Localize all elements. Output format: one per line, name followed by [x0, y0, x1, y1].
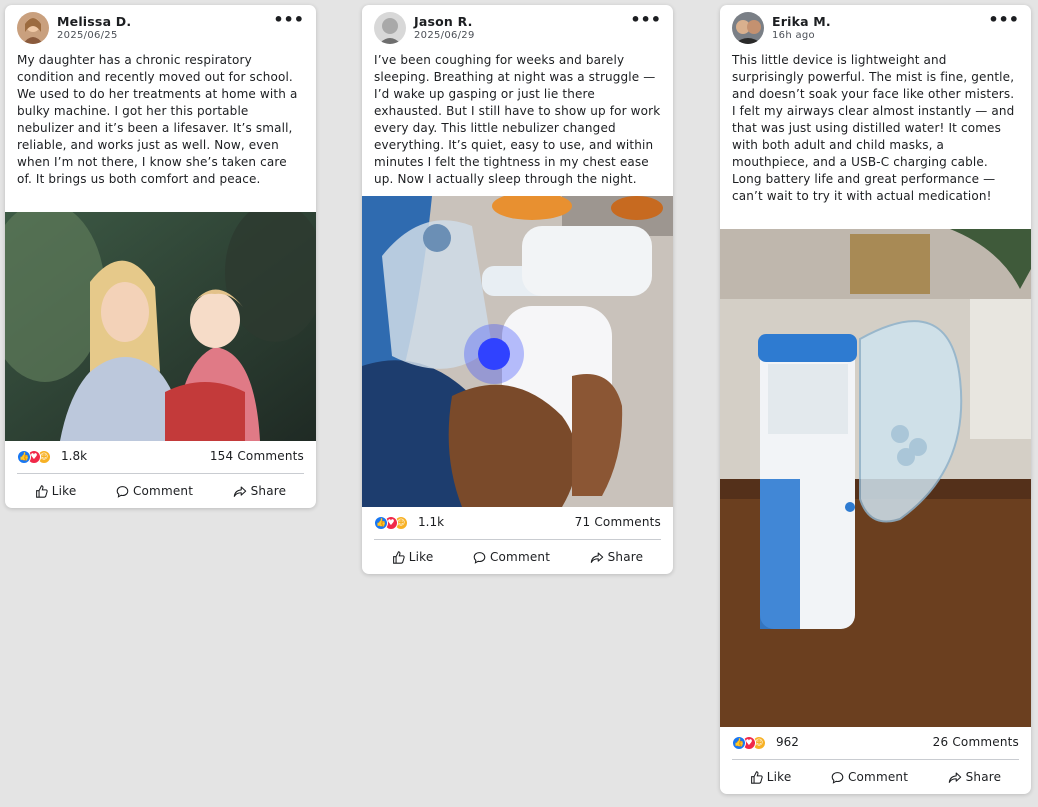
avatar[interactable]	[374, 12, 406, 44]
share-label: Share	[607, 550, 644, 564]
post-header: Erika M. 16h ago •••	[720, 5, 1031, 49]
like-reaction-icon: 👍	[17, 450, 31, 464]
like-button[interactable]: Like	[392, 550, 434, 564]
comment-icon	[831, 771, 844, 784]
post-card: Erika M. 16h ago ••• This little device …	[720, 5, 1031, 794]
comments-count[interactable]: 71 Comments	[575, 515, 661, 529]
post-actions: Like Comment Share	[5, 474, 316, 508]
like-reaction-icon: 👍	[374, 516, 388, 530]
like-reaction-icon: 👍	[732, 736, 746, 750]
share-icon	[233, 486, 246, 497]
comment-icon	[116, 485, 129, 498]
comment-label: Comment	[489, 550, 551, 564]
more-options-icon[interactable]: •••	[988, 10, 1019, 29]
reaction-count[interactable]: 962	[776, 735, 799, 749]
thumbs-up-icon	[35, 484, 48, 498]
comment-label: Comment	[132, 484, 194, 498]
post-text: My daughter has a chronic respiratory co…	[17, 53, 298, 186]
post-header: Jason R. 2025/06/29 •••	[362, 5, 673, 49]
avatar[interactable]	[17, 12, 49, 44]
reaction-icons[interactable]: 👍 ♥ ☺	[374, 516, 414, 530]
post-header: Melissa D. 2025/06/25 •••	[5, 5, 316, 49]
post-actions: Like Comment Share	[720, 760, 1031, 794]
avatar[interactable]	[732, 12, 764, 44]
comments-count[interactable]: 154 Comments	[210, 449, 304, 463]
post-card: Melissa D. 2025/06/25 ••• My daughter ha…	[5, 5, 316, 508]
share-label: Share	[250, 484, 287, 498]
comments-count[interactable]: 26 Comments	[933, 735, 1019, 749]
share-button[interactable]: Share	[948, 770, 1002, 784]
share-button[interactable]: Share	[233, 484, 287, 498]
comment-icon	[473, 551, 486, 564]
more-options-icon[interactable]: •••	[273, 10, 304, 29]
post-date[interactable]: 2025/06/29	[414, 30, 475, 41]
post-date[interactable]: 16h ago	[772, 30, 815, 41]
reaction-count[interactable]: 1.1k	[418, 515, 444, 529]
post-text: I’ve been coughing for weeks and barely …	[374, 53, 661, 186]
more-options-icon[interactable]: •••	[630, 10, 661, 29]
post-card: Jason R. 2025/06/29 ••• I’ve been coughi…	[362, 5, 673, 574]
share-button[interactable]: Share	[590, 550, 644, 564]
author-name[interactable]: Jason R.	[414, 14, 473, 29]
post-actions: Like Comment Share	[362, 540, 673, 574]
post-photo[interactable]	[5, 212, 316, 441]
like-button[interactable]: Like	[750, 770, 792, 784]
post-text: This little device is lightweight and su…	[732, 53, 1015, 203]
comment-label: Comment	[847, 770, 909, 784]
post-date[interactable]: 2025/06/25	[57, 30, 118, 41]
post-stats: 👍 ♥ ☺ 1.1k 71 Comments	[362, 507, 673, 539]
share-label: Share	[965, 770, 1002, 784]
share-icon	[948, 772, 961, 783]
reaction-icons[interactable]: 👍 ♥ ☺	[732, 736, 772, 750]
comment-button[interactable]: Comment	[116, 484, 193, 498]
share-icon	[590, 552, 603, 563]
author-name[interactable]: Melissa D.	[57, 14, 131, 29]
like-label: Like	[408, 550, 434, 564]
comment-button[interactable]: Comment	[831, 770, 908, 784]
author-name[interactable]: Erika M.	[772, 14, 831, 29]
reaction-icons[interactable]: 👍 ♥ ☺	[17, 450, 57, 464]
thumbs-up-icon	[750, 770, 763, 784]
reaction-count[interactable]: 1.8k	[61, 449, 87, 463]
like-label: Like	[51, 484, 77, 498]
post-photo[interactable]	[720, 229, 1031, 727]
post-stats: 👍 ♥ ☺ 962 26 Comments	[720, 727, 1031, 759]
like-label: Like	[766, 770, 792, 784]
comment-button[interactable]: Comment	[473, 550, 550, 564]
thumbs-up-icon	[392, 550, 405, 564]
post-photo[interactable]	[362, 196, 673, 507]
like-button[interactable]: Like	[35, 484, 77, 498]
post-stats: 👍 ♥ ☺ 1.8k 154 Comments	[5, 441, 316, 473]
